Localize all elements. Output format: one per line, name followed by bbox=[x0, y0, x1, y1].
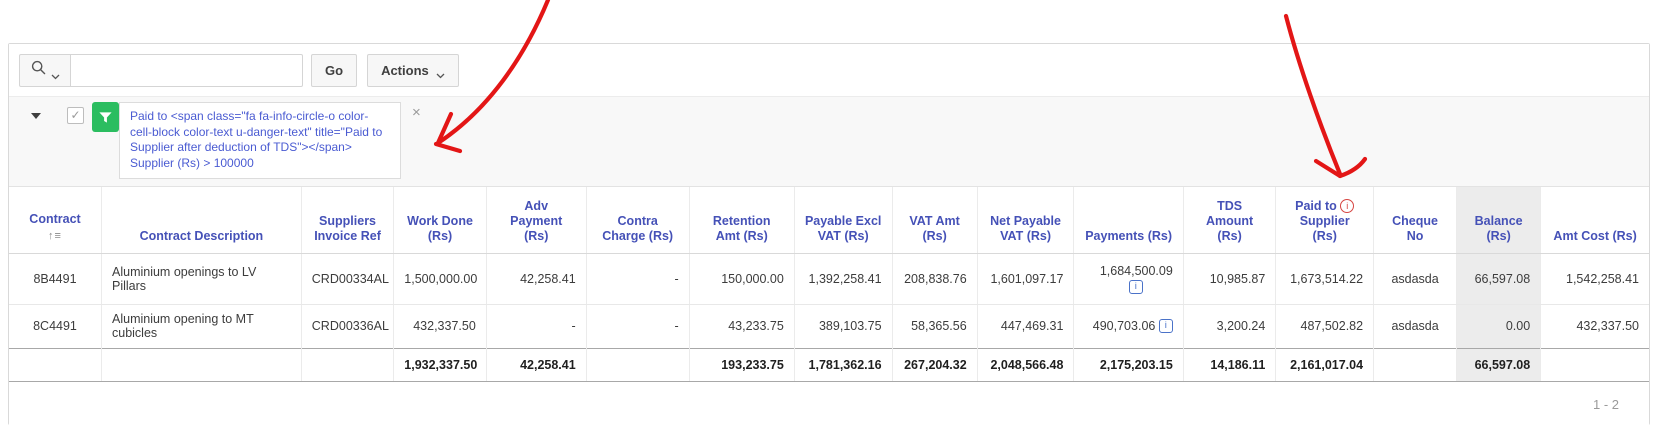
cell-paid-to-supplier: 487,502.82 bbox=[1275, 304, 1375, 348]
total-balance: 66,597.08 bbox=[1456, 347, 1542, 382]
total-vat-amt: 267,204.32 bbox=[892, 347, 978, 382]
cell-retention-amt: 43,233.75 bbox=[689, 304, 795, 348]
cell-contract-description: Aluminium openings to LV Pillars bbox=[101, 253, 302, 305]
cell-vat-amt: 58,365.56 bbox=[892, 304, 978, 348]
payments-value: 490,703.06 bbox=[1092, 318, 1156, 333]
column-header-vat-amt[interactable]: VAT Amt (Rs) bbox=[892, 187, 978, 254]
cell-net-payable-vat: 1,601,097.17 bbox=[977, 253, 1075, 305]
column-header-payments[interactable]: Payments (Rs) bbox=[1073, 187, 1184, 254]
cell-paid-to-supplier: 1,673,514.22 bbox=[1275, 253, 1375, 305]
column-header-label: Paid to bbox=[1295, 198, 1337, 213]
chevron-down-icon bbox=[436, 67, 445, 79]
cell-tds-amount: 10,985.87 bbox=[1183, 253, 1277, 305]
table-row: 8C4491 Aluminium opening to MT cubicles … bbox=[9, 304, 1649, 348]
pagination-range-label: 1 - 2 bbox=[1592, 396, 1619, 412]
column-header-contract[interactable]: Contract ↑≡ bbox=[9, 187, 102, 254]
cell-balance: 0.00 bbox=[1456, 304, 1542, 348]
total-payments: 2,175,203.15 bbox=[1073, 347, 1184, 382]
total-contra-charge bbox=[586, 347, 690, 382]
total-payable-excl-vat: 1,781,362.16 bbox=[794, 347, 893, 382]
filter-icon[interactable] bbox=[92, 102, 119, 132]
cell-payments: 1,684,500.09 i bbox=[1073, 253, 1184, 305]
cell-adv-payment: 42,258.41 bbox=[486, 253, 587, 305]
cell-net-payable-vat: 447,469.31 bbox=[977, 304, 1075, 348]
interactive-report-region: Go Actions ✓ Paid to <span class="fa fa-… bbox=[8, 43, 1650, 427]
table-row: 8B4491 Aluminium openings to LV Pillars … bbox=[9, 253, 1649, 305]
total-suppliers-invoice-ref bbox=[301, 347, 395, 382]
column-header-amt-cost[interactable]: Amt Cost (Rs) bbox=[1540, 187, 1649, 254]
column-header-tds-amount[interactable]: TDS Amount (Rs) bbox=[1183, 187, 1277, 254]
header-row: Contract ↑≡ Contract Description Supplie… bbox=[9, 187, 1649, 254]
column-header-work-done[interactable]: Work Done (Rs) bbox=[393, 187, 487, 254]
report-footer: 1 - 2 bbox=[9, 381, 1649, 427]
cell-vat-amt: 208,838.76 bbox=[892, 253, 978, 305]
total-net-payable-vat: 2,048,566.48 bbox=[977, 347, 1075, 382]
cell-balance: 66,597.08 bbox=[1456, 253, 1542, 305]
column-header-label: Contract bbox=[29, 211, 81, 226]
total-retention-amt: 193,233.75 bbox=[689, 347, 795, 382]
cell-contra-charge: - bbox=[586, 253, 690, 305]
cell-amt-cost: 1,542,258.41 bbox=[1540, 253, 1649, 305]
search-icon bbox=[31, 60, 46, 80]
info-square-icon[interactable]: i bbox=[1128, 279, 1143, 294]
cell-retention-amt: 150,000.00 bbox=[689, 253, 795, 305]
filter-enabled-checkbox[interactable]: ✓ bbox=[67, 107, 84, 124]
column-header-paid-to-supplier[interactable]: Paid to i Supplier (Rs) bbox=[1275, 187, 1375, 254]
collapse-settings-icon[interactable] bbox=[31, 113, 41, 119]
info-circle-icon[interactable]: i bbox=[1340, 199, 1355, 214]
cell-cheque-no: asdasda bbox=[1373, 253, 1458, 305]
totals-row: 1,932,337.50 42,258.41 193,233.75 1,781,… bbox=[9, 347, 1649, 382]
column-header-suppliers-invoice-ref[interactable]: Suppliers Invoice Ref bbox=[301, 187, 395, 254]
actions-button-label: Actions bbox=[381, 62, 429, 78]
cell-payments: 490,703.06 i bbox=[1073, 304, 1184, 348]
cell-contract-description: Aluminium opening to MT cubicles bbox=[101, 304, 302, 348]
column-header-payable-excl-vat[interactable]: Payable Excl VAT (Rs) bbox=[794, 187, 893, 254]
cell-amt-cost: 432,337.50 bbox=[1540, 304, 1649, 348]
cell-payable-excl-vat: 389,103.75 bbox=[794, 304, 893, 348]
cell-work-done: 432,337.50 bbox=[393, 304, 487, 348]
total-cheque-no bbox=[1373, 347, 1458, 382]
cell-work-done: 1,500,000.00 bbox=[393, 253, 487, 305]
column-header-retention-amt[interactable]: Retention Amt (Rs) bbox=[689, 187, 795, 254]
total-work-done: 1,932,337.50 bbox=[393, 347, 487, 382]
actions-button[interactable]: Actions bbox=[367, 53, 459, 87]
total-amt-cost bbox=[1540, 347, 1649, 382]
column-header-contra-charge[interactable]: Contra Charge (Rs) bbox=[586, 187, 690, 254]
column-header-net-payable-vat[interactable]: Net Payable VAT (Rs) bbox=[977, 187, 1075, 254]
column-header-contract-description[interactable]: Contract Description bbox=[101, 187, 302, 254]
cell-contract: 8B4491 bbox=[9, 253, 102, 305]
total-paid-to-supplier: 2,161,017.04 bbox=[1275, 347, 1375, 382]
cell-contra-charge: - bbox=[586, 304, 690, 348]
cell-cheque-no: asdasda bbox=[1373, 304, 1458, 348]
column-header-cheque-no[interactable]: Cheque No bbox=[1373, 187, 1458, 254]
sort-ascending-icon: ↑≡ bbox=[48, 229, 62, 242]
remove-filter-icon[interactable]: × bbox=[412, 105, 421, 120]
column-header-adv-payment[interactable]: Adv Payment (Rs) bbox=[486, 187, 587, 254]
total-tds-amount: 14,186.11 bbox=[1183, 347, 1277, 382]
total-contract-description bbox=[101, 347, 302, 382]
search-column-selector-button[interactable] bbox=[19, 53, 71, 87]
search-input[interactable] bbox=[71, 53, 303, 87]
cell-suppliers-invoice-ref: CRD00336AL bbox=[301, 304, 395, 348]
cell-payable-excl-vat: 1,392,258.41 bbox=[794, 253, 893, 305]
interactive-report-table: Contract ↑≡ Contract Description Supplie… bbox=[9, 187, 1649, 382]
report-toolbar: Go Actions bbox=[9, 44, 1649, 96]
column-header-balance[interactable]: Balance (Rs) bbox=[1456, 187, 1542, 254]
search-group bbox=[19, 53, 303, 87]
info-square-icon[interactable]: i bbox=[1158, 319, 1173, 334]
chevron-down-icon bbox=[51, 67, 60, 80]
cell-adv-payment: - bbox=[486, 304, 587, 348]
cell-tds-amount: 3,200.24 bbox=[1183, 304, 1277, 348]
total-adv-payment: 42,258.41 bbox=[486, 347, 587, 382]
cell-contract: 8C4491 bbox=[9, 304, 102, 348]
column-header-label: Supplier (Rs) bbox=[1299, 213, 1350, 243]
total-contract bbox=[9, 347, 102, 382]
filter-condition-link[interactable]: Paid to <span class="fa fa-info-circle-o… bbox=[119, 102, 401, 179]
cell-suppliers-invoice-ref: CRD00334AL bbox=[301, 253, 395, 305]
payments-value: 1,684,500.09 bbox=[1099, 263, 1173, 278]
report-settings-bar: ✓ Paid to <span class="fa fa-info-circle… bbox=[9, 96, 1649, 187]
go-button[interactable]: Go bbox=[311, 53, 358, 87]
